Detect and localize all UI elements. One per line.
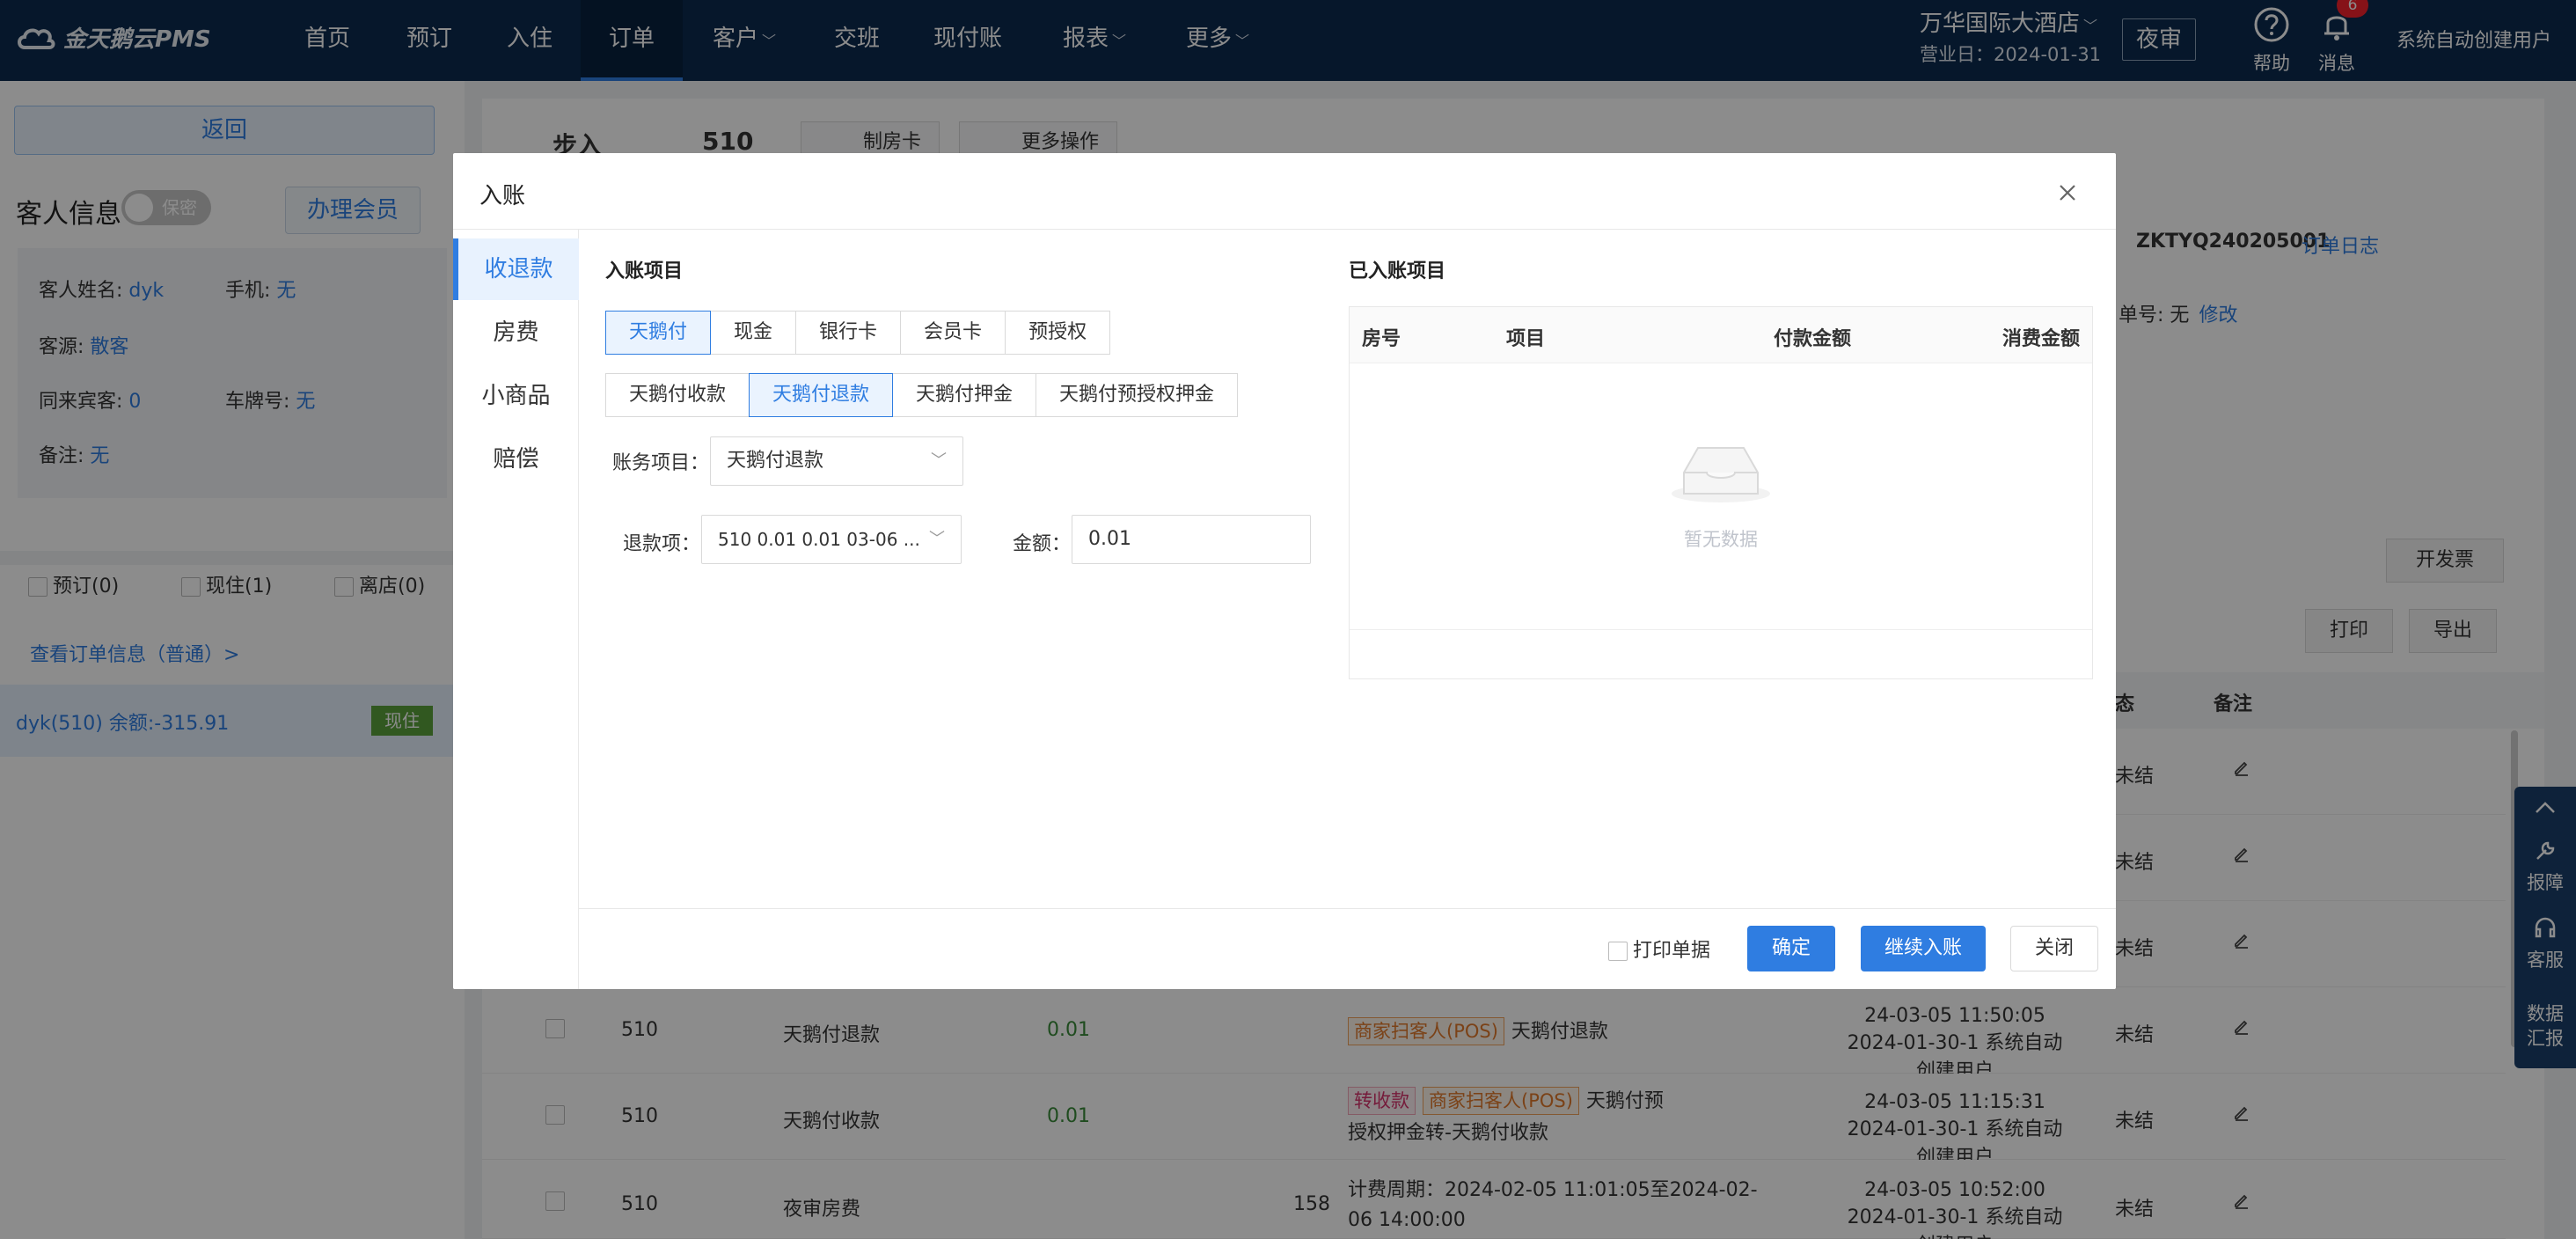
refund-item-label: 退款项： [623, 533, 701, 555]
refund-item-select[interactable]: 510 0.01 0.01 03-06 ... ﹀ [701, 515, 962, 564]
pay-method-member-card[interactable]: 会员卡 [900, 311, 1006, 355]
account-item-select[interactable]: 天鹅付退款 ﹀ [710, 436, 963, 486]
close-button[interactable]: 关闭 [2010, 926, 2098, 971]
chevron-down-icon: ﹀ [931, 451, 947, 470]
tab-room-charge[interactable]: 房费 [453, 302, 579, 363]
sub-type-tabs: 天鹅付收款 天鹅付退款 天鹅付押金 天鹅付预授权押金 [605, 373, 1239, 417]
col-item: 项目 [1506, 328, 1546, 350]
subtype-deposit[interactable]: 天鹅付押金 [892, 373, 1037, 417]
continue-posting-button[interactable]: 继续入账 [1861, 926, 1986, 971]
close-icon[interactable] [2054, 180, 2081, 206]
chevron-down-icon: ﹀ [929, 530, 945, 548]
pay-method-cash[interactable]: 现金 [710, 311, 797, 355]
subtype-collect[interactable]: 天鹅付收款 [605, 373, 750, 417]
pay-method-preauth[interactable]: 预授权 [1005, 311, 1111, 355]
dialog-divider [453, 229, 2116, 230]
posted-items-title: 已入账项目 [1349, 260, 1446, 282]
confirm-button[interactable]: 确定 [1747, 926, 1835, 971]
table-footer-line [1350, 629, 2092, 630]
amount-input[interactable]: 0.01 [1072, 515, 1311, 564]
amount-label: 金额： [1013, 533, 1072, 555]
pay-method-tabs: 天鹅付 现金 银行卡 会员卡 预授权 [605, 311, 1111, 355]
dialog-title: 入账 [479, 183, 526, 209]
subtype-refund[interactable]: 天鹅付退款 [749, 373, 894, 417]
pay-method-tianefu[interactable]: 天鹅付 [605, 311, 712, 355]
dialog-side-tabs: 收退款 房费 小商品 赔偿 [453, 230, 579, 989]
tab-payment-refund[interactable]: 收退款 [453, 238, 579, 300]
posted-items-table: 房号 项目 付款金额 消费金额 暂无数据 [1349, 306, 2093, 679]
col-consumption: 消费金额 [2002, 328, 2081, 350]
col-payment: 付款金额 [1774, 328, 1852, 350]
tab-compensation[interactable]: 赔偿 [453, 429, 579, 490]
posted-table-header: 房号 项目 付款金额 消费金额 [1350, 307, 2092, 363]
posting-dialog: 入账 收退款 房费 小商品 赔偿 入账项目 已入账项目 天鹅付 现金 银行卡 会… [453, 153, 2116, 989]
print-receipt-checkbox[interactable]: 打印单据 [1608, 935, 1710, 963]
account-item-label: 账务项目： [612, 452, 710, 474]
dialog-footer-divider [579, 908, 2116, 909]
col-room: 房号 [1362, 328, 1401, 350]
pay-method-bank-card[interactable]: 银行卡 [795, 311, 902, 355]
subtype-preauth-deposit[interactable]: 天鹅付预授权押金 [1036, 373, 1239, 417]
tab-goods[interactable]: 小商品 [453, 365, 579, 427]
empty-inbox-icon [1672, 447, 1770, 502]
empty-text: 暂无数据 [1684, 529, 1758, 550]
posting-items-title: 入账项目 [605, 260, 684, 282]
checkbox[interactable] [1608, 942, 1628, 961]
